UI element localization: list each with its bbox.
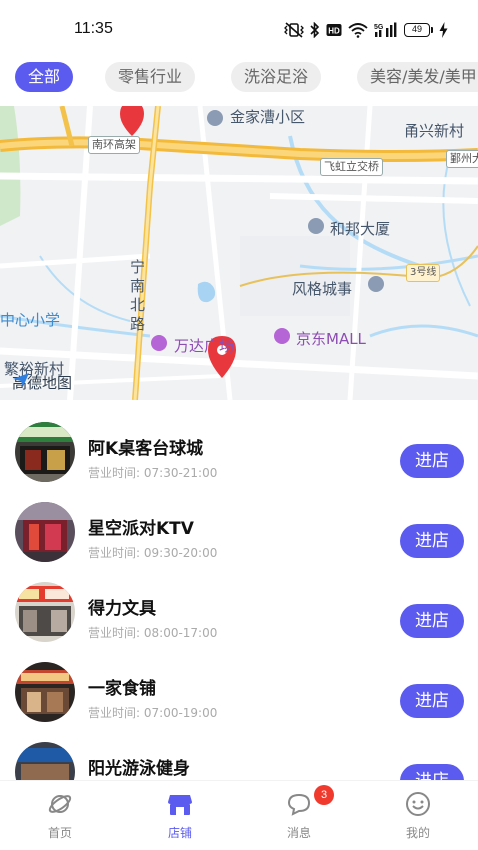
amap-logo: 高德地图 — [12, 372, 72, 393]
store-name: 阳光游泳健身 — [88, 759, 190, 779]
planet-icon — [48, 795, 72, 813]
network-label: 5G — [374, 24, 384, 31]
chat-icon — [287, 793, 311, 816]
map-label: 和邦大厦 — [330, 220, 391, 238]
category-chip-retail[interactable]: 零售行业 — [105, 62, 196, 92]
navigation-arrow-icon — [13, 373, 29, 387]
tab-label: 消息 — [286, 826, 311, 840]
map-road-label: 3号线 — [406, 264, 441, 282]
battery-level: 49 — [404, 23, 430, 37]
enter-store-button[interactable]: 进店 — [400, 524, 464, 558]
charging-icon — [439, 22, 448, 38]
store-hours: 营业时间: 07:00-19:00 — [88, 704, 217, 721]
map-label: 京东MALL — [296, 330, 366, 348]
category-chip-beauty[interactable]: 美容/美发/美甲 — [357, 62, 478, 92]
signal-icon: 5G — [374, 22, 397, 37]
store-hours-value: 08:00-17:00 — [143, 626, 218, 640]
store-name: 阿K桌客台球城 — [88, 439, 204, 459]
bottom-tab-bar: 首页 店铺 3 消息 我的 — [0, 780, 478, 850]
list-item[interactable]: 一家食铺 营业时间: 07:00-19:00 进店 — [0, 650, 478, 730]
store-thumbnail — [15, 742, 75, 780]
hd-icon: HD — [326, 24, 342, 36]
status-icons: HD 5G 49 — [284, 20, 448, 40]
map-road-label: 飞虹立交桥 — [320, 158, 383, 176]
status-bar: 11:35 HD 5G 49 — [0, 0, 478, 56]
list-item[interactable]: 阿K桌客台球城 营业时间: 07:30-21:00 进店 — [0, 410, 478, 490]
tab-messages[interactable]: 3 消息 — [259, 781, 339, 850]
tab-store[interactable]: 店铺 — [140, 781, 220, 850]
enter-store-button[interactable]: 进店 — [400, 604, 464, 638]
store-name: 星空派对KTV — [88, 519, 194, 539]
store-thumbnail — [15, 422, 75, 482]
tab-label: 我的 — [405, 826, 430, 840]
map-label: 金家漕小区 — [230, 108, 306, 126]
list-item[interactable]: 阳光游泳健身 进店 — [0, 730, 478, 780]
vibrate-icon — [284, 22, 304, 38]
smile-icon — [406, 792, 430, 816]
store-hours-value: 07:30-21:00 — [143, 466, 218, 480]
list-item[interactable]: 得力文具 营业时间: 08:00-17:00 进店 — [0, 570, 478, 650]
store-hours-label: 营业时间: — [88, 466, 141, 480]
store-hours: 营业时间: 07:30-21:00 — [88, 464, 217, 481]
store-hours-value: 07:00-19:00 — [143, 706, 218, 720]
store-icon — [168, 795, 192, 815]
store-name: 得力文具 — [88, 599, 156, 619]
store-list: 阿K桌客台球城 营业时间: 07:30-21:00 进店 星空派对KTV 营业时… — [0, 400, 478, 780]
store-thumbnail — [15, 582, 75, 642]
map-canvas — [0, 106, 478, 400]
store-page: 11:35 HD 5G 49 全部 零售行业 洗浴足浴 美容/美发/美甲 金家漕… — [0, 0, 478, 850]
map-label: 宁南北路 — [130, 258, 146, 333]
store-hours-label: 营业时间: — [88, 706, 141, 720]
tab-profile[interactable]: 我的 — [378, 781, 458, 850]
category-tabs: 全部 零售行业 洗浴足浴 美容/美发/美甲 — [0, 56, 478, 102]
store-hours-label: 营业时间: — [88, 626, 141, 640]
store-thumbnail — [15, 502, 75, 562]
tab-label: 首页 — [47, 826, 72, 840]
enter-store-button[interactable]: 进店 — [400, 444, 464, 478]
enter-store-button[interactable]: 进店 — [400, 764, 464, 780]
map-road-label: 鄞州大 — [446, 150, 478, 168]
tab-label: 店铺 — [167, 826, 192, 840]
store-hours-label: 营业时间: — [88, 546, 141, 560]
store-name: 一家食铺 — [88, 679, 156, 699]
tab-home[interactable]: 首页 — [20, 781, 100, 850]
category-chip-all[interactable]: 全部 — [15, 62, 74, 92]
store-hours: 营业时间: 09:30-20:00 — [88, 544, 217, 561]
status-time: 11:35 — [74, 20, 113, 37]
map-label: 万达广场 — [174, 337, 235, 355]
wifi-icon — [348, 23, 368, 38]
list-item[interactable]: 星空派对KTV 营业时间: 09:30-20:00 进店 — [0, 490, 478, 570]
store-thumbnail — [15, 662, 75, 722]
store-hours: 营业时间: 08:00-17:00 — [88, 624, 217, 641]
message-count-badge: 3 — [314, 785, 334, 805]
map-road-label: 南环高架 — [88, 136, 140, 154]
store-map[interactable]: 金家漕小区 甬兴新村 南环高架 飞虹立交桥 鄞州大 和邦大厦 宁南北路 3号线 … — [0, 106, 478, 400]
category-chip-bathing[interactable]: 洗浴足浴 — [231, 62, 322, 92]
svg-text:HD: HD — [328, 27, 340, 36]
battery-icon: 49 — [404, 23, 433, 37]
bluetooth-icon — [310, 22, 320, 38]
map-label: 风格城事 — [292, 280, 353, 298]
enter-store-button[interactable]: 进店 — [400, 684, 464, 718]
map-label: 甬兴新村 — [404, 122, 465, 140]
map-label: 中心小学 — [0, 311, 61, 329]
store-hours-value: 09:30-20:00 — [143, 546, 218, 560]
